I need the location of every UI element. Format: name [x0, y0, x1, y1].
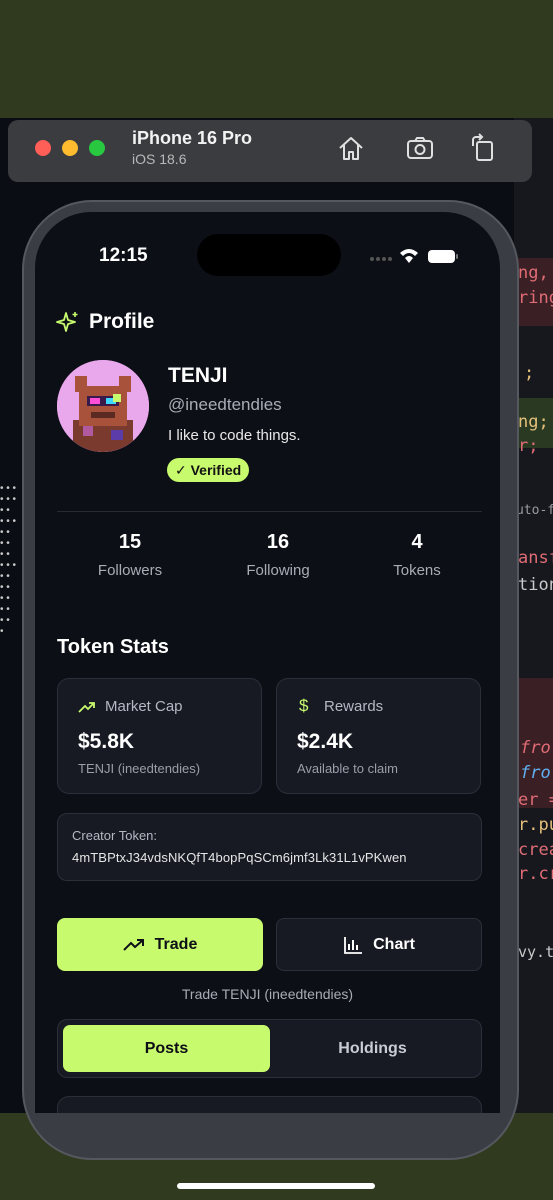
market-cap-label: Market Cap — [105, 698, 183, 715]
verified-badge: ✓ Verified — [167, 458, 250, 482]
battery-icon — [428, 250, 458, 263]
signal-icon — [370, 257, 392, 261]
code-fragment: uto-f — [516, 503, 553, 518]
zoom-window-button[interactable] — [89, 140, 105, 156]
dotted-pattern: • • • • • • • • • • • • • • • • • • • • • • • • • … — [0, 483, 17, 637]
creator-token-box[interactable]: Creator Token: 4mTBPtxJ34vdsNKQfT4bopPqS… — [57, 813, 482, 881]
sparkles-icon — [56, 312, 78, 332]
simulator-title-bar: iPhone 16 Pro iOS 18.6 — [8, 120, 532, 182]
code-fragment: crea — [518, 840, 553, 860]
stat-label: Following — [246, 562, 310, 579]
post-card[interactable] — [57, 1096, 482, 1113]
app-screen: 12:15 Profile TENJI @ineedtendies I like… — [35, 212, 500, 1113]
code-fragment: vy.ts — [518, 943, 553, 961]
divider — [57, 511, 482, 512]
rewards-card: $ Rewards $2.4K Available to claim — [276, 678, 481, 794]
market-cap-card: Market Cap $5.8K TENJI (ineedtendies) — [57, 678, 262, 794]
rewards-sub: Available to claim — [297, 761, 398, 776]
code-fragment: r.cr — [518, 864, 553, 884]
code-fragment: r.pu — [518, 815, 553, 835]
screenshot-icon[interactable] — [405, 133, 435, 163]
code-fragment: ring — [518, 288, 553, 308]
trending-up-icon — [78, 702, 95, 713]
tab-posts[interactable]: Posts — [63, 1025, 270, 1072]
page-title: Profile — [89, 310, 155, 333]
dynamic-island — [197, 234, 341, 276]
trade-button[interactable]: Trade — [57, 918, 263, 971]
profile-tabs: Posts Holdings — [57, 1019, 482, 1078]
wifi-icon — [400, 249, 418, 263]
code-fragment: er = — [518, 790, 553, 810]
minimize-window-button[interactable] — [62, 140, 78, 156]
home-icon[interactable] — [336, 133, 366, 163]
avatar[interactable] — [57, 360, 149, 452]
dollar-icon: $ — [299, 696, 309, 715]
code-fragment: r; — [518, 436, 539, 456]
market-cap-token: TENJI (ineedtendies) — [78, 761, 201, 776]
bar-chart-icon — [344, 936, 363, 954]
code-fragment: ; — [524, 363, 535, 383]
close-window-button[interactable] — [35, 140, 51, 156]
stat-label: Followers — [97, 562, 163, 579]
creator-token-address[interactable]: 4mTBPtxJ34vdsNKQfT4bopPqSCm6jmf3Lk31L1vP… — [72, 850, 407, 865]
stat-value: 4 — [411, 531, 423, 553]
trade-caption: Trade TENJI (ineedtendies) — [181, 986, 354, 1002]
home-indicator — [177, 1183, 375, 1189]
rotate-icon[interactable] — [468, 133, 498, 163]
status-time: 12:15 — [99, 245, 148, 266]
code-fragment: fro — [520, 763, 551, 783]
code-fragment: ansf — [518, 548, 553, 568]
stat-label: Tokens — [393, 562, 441, 579]
stat-tokens[interactable]: 4 Tokens — [357, 531, 477, 579]
profile-bio: I like to code things. — [168, 427, 301, 444]
code-fragment: ng; — [518, 412, 549, 432]
code-fragment: ng, — [518, 263, 549, 283]
stat-following[interactable]: 16 Following — [218, 531, 338, 579]
code-fragment: tion — [518, 575, 553, 595]
chart-button[interactable]: Chart — [276, 918, 482, 971]
tab-holdings[interactable]: Holdings — [269, 1025, 476, 1072]
trending-up-icon — [122, 938, 144, 951]
market-cap-value: $5.8K — [78, 730, 135, 753]
token-stats-heading: Token Stats — [57, 636, 169, 658]
code-editor-panel: ng, ring ; ng; r; uto-f ansf tion fro fr… — [514, 118, 553, 1113]
chart-button-label: Chart — [373, 935, 415, 953]
profile-name: TENJI — [168, 364, 228, 387]
profile-handle: @ineedtendies — [168, 395, 282, 414]
stat-value: 16 — [266, 531, 290, 553]
rewards-label: Rewards — [324, 698, 384, 715]
os-version: iOS 18.6 — [132, 151, 187, 167]
stat-followers[interactable]: 15 Followers — [70, 531, 190, 579]
code-fragment: fro — [520, 738, 551, 758]
creator-token-label: Creator Token: — [72, 828, 158, 843]
stat-value: 15 — [118, 531, 142, 553]
device-name: iPhone 16 Pro — [132, 128, 253, 148]
trade-button-label: Trade — [154, 935, 198, 953]
rewards-value: $2.4K — [297, 730, 354, 753]
